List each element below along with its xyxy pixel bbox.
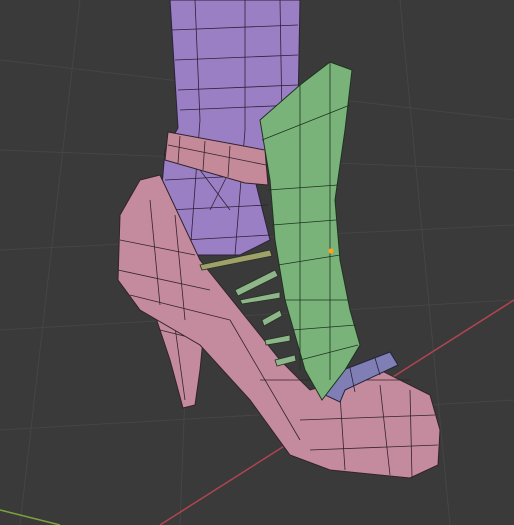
front-panel-mesh[interactable]	[259, 61, 361, 401]
3d-viewport[interactable]	[0, 0, 514, 525]
y-axis-line	[0, 509, 61, 525]
viewport-canvas[interactable]	[0, 0, 514, 525]
origin-point[interactable]	[328, 248, 334, 254]
